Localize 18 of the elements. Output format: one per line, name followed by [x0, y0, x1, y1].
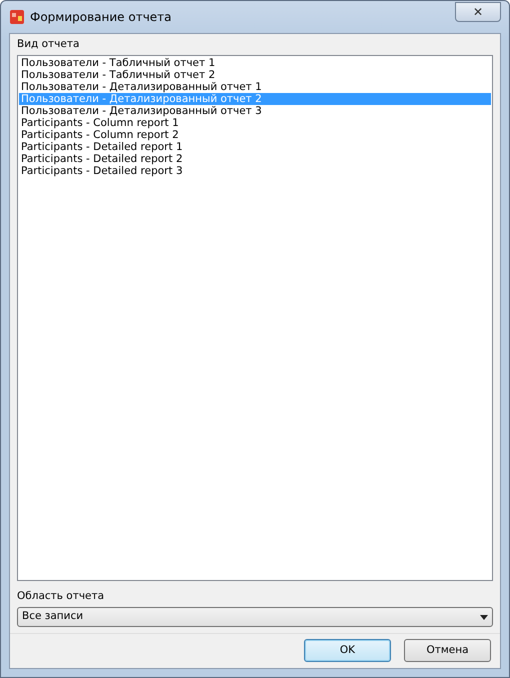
list-item[interactable]: Participants - Column report 1: [19, 116, 491, 129]
dialog-button[interactable]: Отмена: [404, 639, 491, 662]
window-title: Формирование отчета: [30, 9, 172, 26]
list-item[interactable]: Participants - Detailed report 3: [19, 164, 491, 177]
list-item[interactable]: Participants - Detailed report 2: [19, 152, 491, 165]
field-label: Область отчета: [17, 589, 106, 604]
close-button[interactable]: ✕: [455, 2, 501, 22]
list-item[interactable]: Пользователи - Детализированный отчет 1: [19, 80, 491, 93]
list-item[interactable]: Пользователи - Табличный отчет 1: [19, 56, 491, 69]
app-icon: [9, 9, 25, 25]
list-item[interactable]: Participants - Detailed report 1: [19, 140, 491, 153]
scope-dropdown[interactable]: Все записи: [17, 607, 493, 627]
dropdown-arrow-icon: [480, 614, 488, 620]
dialog-button[interactable]: OK: [304, 639, 391, 662]
field-label: Вид отчета: [17, 37, 80, 52]
list-item[interactable]: Participants - Column report 2: [19, 128, 491, 141]
list-item[interactable]: Пользователи - Табличный отчет 2: [19, 68, 491, 81]
list-item[interactable]: Пользователи - Детализированный отчет 3: [19, 104, 491, 117]
